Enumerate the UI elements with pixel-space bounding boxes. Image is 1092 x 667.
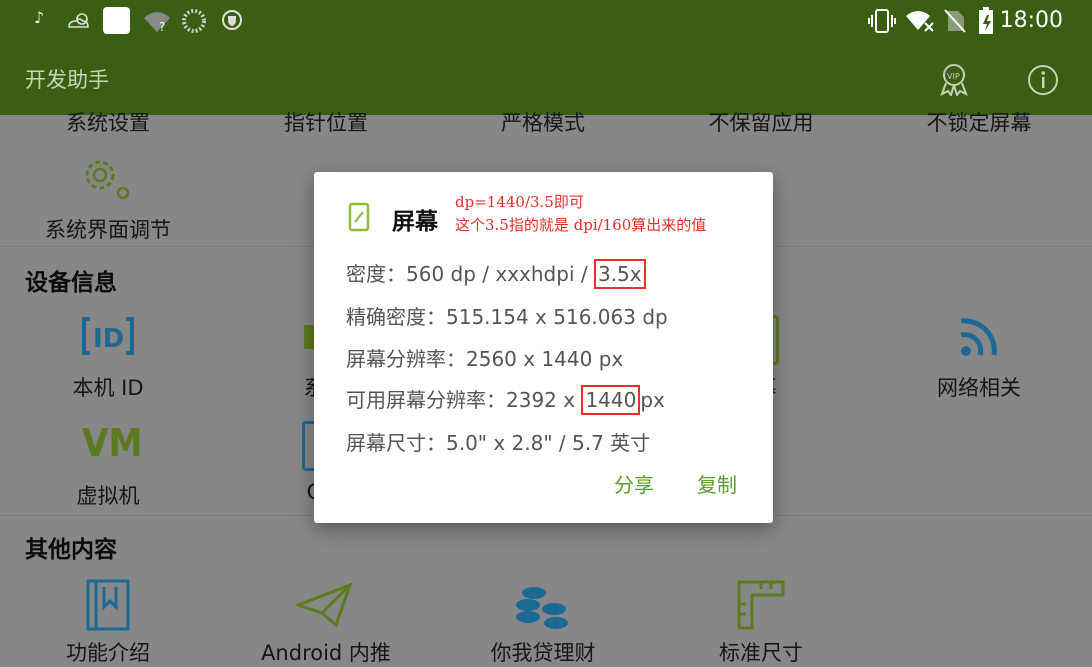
section-title-other: 其他内容 — [25, 537, 117, 563]
annotation-line-1: dp=1440/3.5即可 — [455, 193, 584, 211]
tile-finance[interactable]: 你我贷理财 — [453, 637, 633, 667]
battery-charging-icon — [979, 7, 993, 34]
info-icon[interactable] — [1027, 64, 1059, 96]
app-square-icon — [103, 7, 130, 34]
vibrate-icon — [868, 9, 896, 33]
usable-resolution-text: 可用屏幕分辨率：2392 x — [346, 388, 582, 412]
wifi-signal-icon — [960, 318, 997, 356]
tile-system-ui-tuner[interactable]: 系统界面调节 — [18, 214, 198, 244]
svg-text:ID: ID — [93, 324, 124, 354]
tile-feature-intro[interactable]: 功能介绍 — [18, 637, 198, 667]
tile-dont-keep-activities[interactable]: 不保留应用 — [671, 107, 851, 137]
gear-icon — [85, 160, 130, 200]
density-highlight: 3.5x — [593, 259, 646, 289]
usable-resolution-highlight: 1440 — [581, 385, 641, 415]
tile-standard-size[interactable]: 标准尺寸 — [671, 637, 851, 667]
vm-icon: VM — [82, 421, 143, 465]
tile-stay-awake[interactable]: 不锁定屏幕 — [889, 107, 1069, 137]
tile-pointer-location[interactable]: 指针位置 — [236, 107, 416, 137]
usable-resolution-unit: px — [640, 388, 665, 412]
paper-plane-icon — [296, 583, 353, 628]
usable-resolution-line: 可用屏幕分辨率：2392 x 1440 px — [346, 384, 665, 415]
annotation-line-2: 这个3.5指的就是 dpi/160算出来的值 — [455, 216, 707, 234]
clock: 18:00 — [999, 8, 1063, 33]
vpn-shield-icon — [222, 10, 242, 30]
tiktok-icon: ♪ — [34, 8, 45, 27]
svg-text:?: ? — [159, 20, 165, 32]
screen-info-dialog: 屏幕 dp=1440/3.5即可 这个3.5指的就是 dpi/160算出来的值 … — [314, 172, 773, 523]
tile-device-id[interactable]: 本机 ID — [18, 372, 198, 402]
tile-virtual-machine[interactable]: 虚拟机 — [18, 480, 198, 510]
book-icon — [86, 579, 130, 631]
screen-size-line: 屏幕尺寸：5.0" x 2.8" / 5.7 英寸 — [346, 431, 651, 455]
tile-network[interactable]: 网络相关 — [889, 372, 1069, 402]
density-text: 密度：560 dp / xxxhdpi / — [346, 262, 594, 286]
loading-circle-icon — [182, 9, 206, 33]
copy-button[interactable]: 复制 — [697, 469, 737, 498]
status-bar: ♪ ? 18:00 — [0, 0, 1092, 42]
wifi-question-icon: ? — [144, 12, 170, 32]
app-title: 开发助手 — [25, 68, 109, 92]
weather-icon — [68, 13, 89, 28]
system-icon — [304, 325, 314, 349]
no-sim-icon — [944, 9, 966, 33]
precise-density-line: 精确密度：515.154 x 516.063 dp — [346, 305, 668, 329]
section-title-device-info: 设备信息 — [25, 270, 117, 296]
app-bar: 开发助手 VIP — [0, 42, 1092, 115]
phone-icon — [348, 202, 370, 232]
tile-strict-mode[interactable]: 严格模式 — [453, 107, 633, 137]
vip-badge-icon[interactable]: VIP — [938, 62, 970, 96]
density-line: 密度：560 dp / xxxhdpi / 3.5x — [346, 258, 646, 289]
resolution-line: 屏幕分辨率：2560 x 1440 px — [346, 347, 624, 371]
wifi-off-icon — [906, 11, 934, 32]
share-button[interactable]: 分享 — [614, 469, 654, 498]
id-icon: ID — [82, 317, 134, 355]
ruler-icon — [737, 580, 785, 630]
coins-icon — [516, 587, 568, 629]
tile-android-referral[interactable]: Android 内推 — [236, 637, 416, 667]
tile-system-settings[interactable]: 系统设置 — [18, 107, 198, 137]
dialog-title: 屏幕 — [392, 209, 438, 235]
svg-text:VIP: VIP — [947, 72, 960, 81]
